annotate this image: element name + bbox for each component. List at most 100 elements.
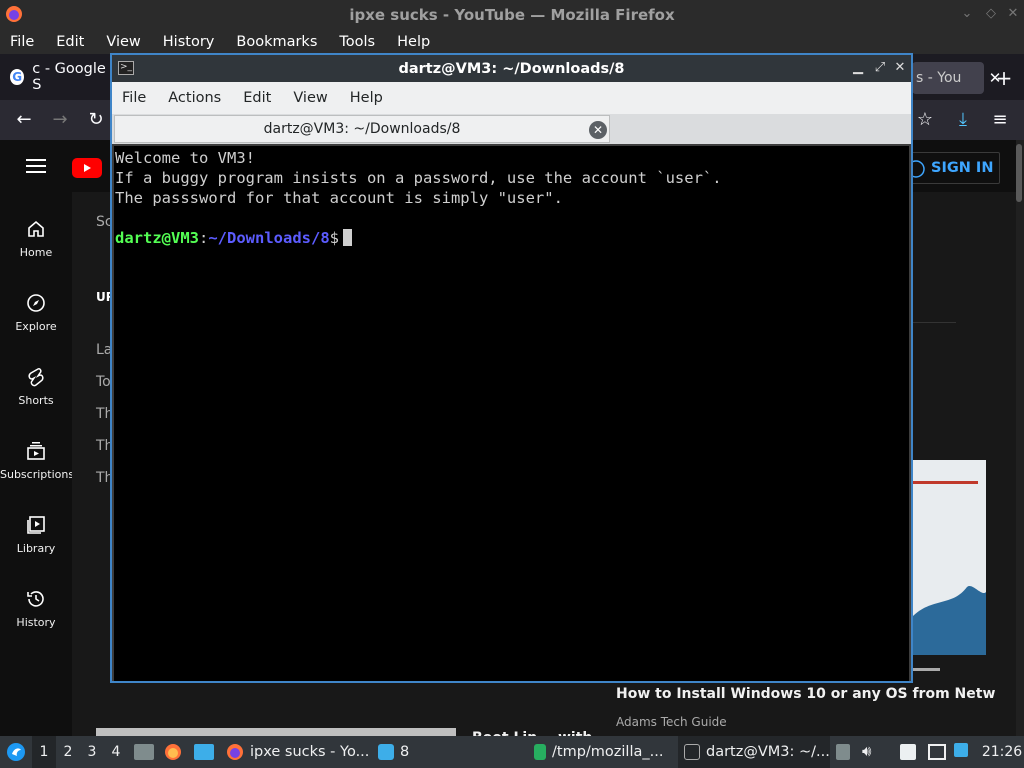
prompt-path: ~/Downloads/8 bbox=[208, 229, 330, 247]
back-icon[interactable]: ← bbox=[12, 109, 36, 131]
sidebar-item-explore[interactable]: Explore bbox=[0, 292, 72, 366]
tab-youtube[interactable]: s - You bbox=[912, 62, 984, 94]
sidebar-item-label: Explore bbox=[15, 320, 57, 333]
maximize-icon[interactable]: ⤢ bbox=[872, 60, 888, 76]
menu-file[interactable]: File bbox=[10, 34, 34, 50]
close-icon[interactable]: ✕ bbox=[1006, 7, 1020, 21]
menu-view[interactable]: View bbox=[106, 34, 140, 50]
reload-icon[interactable]: ↻ bbox=[84, 109, 108, 131]
sidebar-item-label: Subscriptions bbox=[0, 468, 75, 481]
task-label: ipxe sucks - Yo... bbox=[250, 744, 370, 760]
sidebar-item-label: Library bbox=[16, 542, 56, 555]
display-icon[interactable] bbox=[928, 744, 946, 760]
taskbar: 1 2 3 4 ipxe sucks - Yo... 8 /tmp/mozill… bbox=[0, 736, 1024, 768]
history-icon bbox=[27, 591, 44, 607]
sidebar-item-subscriptions[interactable]: Subscriptions bbox=[0, 440, 75, 514]
terminal-tabbar: dartz@VM3: ~/Downloads/8 ✕ bbox=[112, 114, 911, 144]
menu-view[interactable]: View bbox=[293, 90, 327, 106]
task-label: 8 bbox=[400, 744, 410, 760]
sidebar-item-history[interactable]: History bbox=[0, 588, 72, 662]
terminal-icon: >_ bbox=[118, 61, 134, 75]
video-thumbnail[interactable] bbox=[912, 447, 1000, 669]
app-menu-icon[interactable]: ≡ bbox=[988, 109, 1012, 131]
menu-edit[interactable]: Edit bbox=[243, 90, 271, 106]
task-folder[interactable]: 8 bbox=[378, 736, 438, 768]
notes-icon[interactable] bbox=[900, 744, 916, 760]
task-label: /tmp/mozilla_... bbox=[552, 744, 664, 760]
shorts-icon bbox=[28, 368, 44, 387]
text-cursor bbox=[343, 229, 353, 246]
terminal-window: dartz@VM3: ~/Downloads/8 >_ ▁ ⤢ ✕ File A… bbox=[110, 53, 913, 683]
sign-in-label: SIGN IN bbox=[931, 160, 994, 176]
desktop-launcher-icon[interactable] bbox=[194, 744, 214, 760]
terminal-icon bbox=[684, 744, 700, 760]
subscriptions-icon bbox=[27, 442, 45, 460]
video-channel[interactable]: Adams Tech Guide bbox=[616, 715, 727, 729]
terminal-titlebar[interactable]: dartz@VM3: ~/Downloads/8 bbox=[112, 55, 911, 82]
task-label: dartz@VM3: ~/... bbox=[706, 744, 830, 760]
scrollbar-thumb[interactable] bbox=[1016, 144, 1022, 202]
prompt-separator: : bbox=[199, 229, 209, 247]
sidebar-item-label: History bbox=[16, 616, 56, 629]
forward-icon[interactable]: → bbox=[48, 109, 72, 131]
clock[interactable]: 21:26 bbox=[980, 736, 1024, 768]
terminal-tab-label: dartz@VM3: ~/Downloads/8 bbox=[263, 121, 461, 137]
terminal-tab[interactable]: dartz@VM3: ~/Downloads/8 ✕ bbox=[114, 115, 610, 143]
menu-tools[interactable]: Tools bbox=[339, 34, 375, 50]
menu-help[interactable]: Help bbox=[397, 34, 430, 50]
workspace-2[interactable]: 2 bbox=[56, 736, 80, 768]
start-menu-icon[interactable] bbox=[6, 742, 26, 762]
firefox-titlebar[interactable]: ipxe sucks - YouTube — Mozilla Firefox bbox=[0, 0, 1024, 29]
tab-google[interactable]: G c - Google S bbox=[0, 54, 110, 100]
firefox-menubar: File Edit View History Bookmarks Tools H… bbox=[0, 29, 1024, 54]
minimize-icon[interactable]: ▁ bbox=[850, 60, 866, 76]
window-title: dartz@VM3: ~/Downloads/8 bbox=[398, 60, 625, 77]
task-firefox[interactable]: ipxe sucks - Yo... bbox=[222, 736, 370, 768]
maximize-icon[interactable]: ◇ bbox=[984, 7, 998, 21]
workspace-1[interactable]: 1 bbox=[32, 736, 56, 768]
terminal-line: The passsword for that account is simply… bbox=[115, 189, 563, 207]
menu-bookmarks[interactable]: Bookmarks bbox=[236, 34, 317, 50]
video-title[interactable]: How to Install Windows 10 or any OS from… bbox=[616, 686, 996, 706]
hamburger-menu-icon[interactable] bbox=[26, 158, 46, 174]
task-tmp-file[interactable]: /tmp/mozilla_... bbox=[530, 736, 670, 768]
menu-file[interactable]: File bbox=[122, 90, 146, 106]
task-terminal[interactable]: dartz@VM3: ~/... bbox=[678, 736, 830, 768]
scrollbar[interactable] bbox=[1016, 140, 1024, 736]
tab-label: s - You bbox=[916, 70, 962, 86]
update-notifier-icon[interactable] bbox=[954, 743, 968, 757]
workspace-4[interactable]: 4 bbox=[104, 736, 128, 768]
sign-in-button[interactable]: SIGN IN bbox=[900, 152, 1000, 184]
workspace-3[interactable]: 3 bbox=[80, 736, 104, 768]
sidebar-item-label: Home bbox=[19, 246, 53, 259]
menu-history[interactable]: History bbox=[163, 34, 215, 50]
file-manager-launcher-icon[interactable] bbox=[134, 744, 154, 760]
minimize-icon[interactable]: ⌄ bbox=[960, 7, 974, 21]
clipboard-icon[interactable] bbox=[836, 744, 850, 760]
terminal-output[interactable]: Welcome to VM3! If a buggy program insist… bbox=[114, 146, 909, 681]
youtube-logo[interactable] bbox=[72, 158, 102, 178]
menu-edit[interactable]: Edit bbox=[56, 34, 84, 50]
sidebar-item-label: Shorts bbox=[18, 394, 54, 407]
menu-help[interactable]: Help bbox=[350, 90, 383, 106]
menu-actions[interactable]: Actions bbox=[168, 90, 221, 106]
partial-text: To bbox=[96, 374, 111, 390]
compass-icon bbox=[27, 294, 45, 312]
close-icon[interactable]: ✕ bbox=[892, 60, 908, 76]
youtube-sidebar: Home Explore Shorts Subscriptions Librar… bbox=[0, 140, 75, 736]
sidebar-item-home[interactable]: Home bbox=[0, 218, 72, 292]
bookmark-star-icon[interactable]: ☆ bbox=[913, 109, 937, 131]
new-tab-icon[interactable]: + bbox=[990, 67, 1018, 89]
firefox-icon bbox=[227, 744, 243, 760]
downloads-icon[interactable]: ⤓ bbox=[951, 109, 975, 131]
sidebar-item-shorts[interactable]: Shorts bbox=[0, 366, 72, 440]
sidebar-item-library[interactable]: Library bbox=[0, 514, 72, 588]
terminal-line: Welcome to VM3! bbox=[115, 149, 255, 167]
firefox-launcher-icon[interactable] bbox=[164, 743, 182, 761]
tab-close-icon[interactable]: ✕ bbox=[589, 121, 607, 139]
google-icon: G bbox=[10, 69, 25, 85]
volume-icon[interactable]: 🔊︎ bbox=[862, 742, 882, 762]
video-thumbnail[interactable] bbox=[96, 728, 456, 736]
prompt-user: dartz@VM3 bbox=[115, 229, 199, 247]
